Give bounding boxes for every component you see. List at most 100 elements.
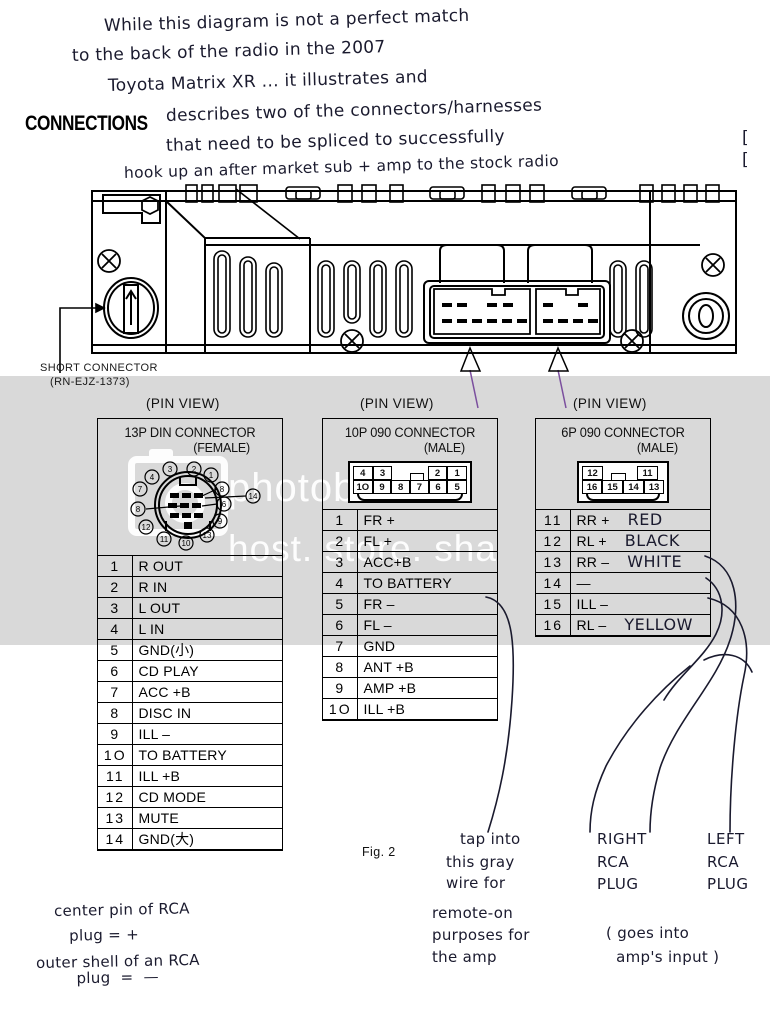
svg-text:12: 12: [142, 523, 151, 532]
short-connector-part: (RN-EJZ-1373): [50, 375, 130, 388]
pin-number: 12: [536, 530, 571, 552]
pin-label: R IN: [132, 576, 282, 598]
pin-table: 1 FR +2 FL +3 ACC+B 4 TO BATTERY 5 FR –6 FL –7 GN…: [323, 509, 497, 720]
face-top-row: 12 11: [582, 466, 664, 480]
svg-text:6: 6: [222, 500, 227, 509]
svg-text:14: 14: [249, 492, 258, 501]
note-tap-into-line-4: remote-on: [432, 904, 514, 922]
handwritten-line-2: to the back of the radio in the 2007: [71, 37, 386, 66]
pin-row: 8 DISC IN: [98, 702, 282, 724]
pin-number: 3: [323, 551, 358, 573]
connector-gender: (MALE): [636, 441, 678, 455]
pin-wire-color-note: BLACK: [624, 530, 680, 550]
svg-text:13: 13: [203, 531, 212, 540]
handwritten-line-4: describes two of the connectors/harnesse…: [165, 95, 543, 126]
radio-rear-illustration: [59, 184, 737, 373]
pin-label: MUTE: [132, 807, 282, 829]
pin-row: 9 ILL –: [98, 723, 282, 745]
short-connector-label: SHORT CONNECTOR (RN-EJZ-1373): [40, 362, 158, 390]
pin-view-label-2: (PIN VIEW): [360, 396, 434, 411]
pin-number: 1O: [323, 698, 358, 720]
svg-text:4: 4: [150, 473, 155, 482]
connector-gender: (FEMALE): [193, 441, 250, 455]
pin-label: CD PLAY: [132, 660, 282, 682]
pin-label: RR – WHITE: [570, 551, 710, 573]
handwritten-line-6: hook up an after market sub + amp to the…: [123, 151, 560, 182]
face-pin: 15: [602, 480, 623, 494]
connector-gender: (MALE): [423, 441, 465, 455]
short-connector-name: SHORT CONNECTOR: [40, 362, 158, 374]
pin-number: 5: [98, 639, 133, 661]
pin-number: 8: [323, 656, 358, 678]
pin-number: 12: [98, 786, 133, 808]
pin-row: 3 ACC+B: [323, 551, 497, 573]
pin-row: 2 FL +: [323, 530, 497, 552]
svg-text:10: 10: [182, 539, 191, 548]
pin-row: 7 ACC +B: [98, 681, 282, 703]
face-top-row: 4 3 2 1: [353, 466, 467, 480]
connector-table-6p-090: 6P 090 CONNECTOR (MALE) 12 11 16 15 14 1…: [535, 418, 711, 637]
connector-title: 13P DIN CONNECTOR: [124, 425, 256, 440]
pin-row: 6 CD PLAY: [98, 660, 282, 682]
pin-label: RR + RED: [570, 509, 710, 531]
pin-number: 9: [98, 723, 133, 745]
pin-label: ANT +B: [357, 656, 497, 678]
face-pin: 13: [643, 480, 664, 494]
page-title: CONNECTIONS: [25, 112, 148, 135]
pin-row: 1R OUT: [98, 555, 282, 577]
face-pin: 1O: [353, 480, 373, 494]
note-left-rca-line-2: RCA: [707, 853, 740, 871]
note-right-rca-line-3: PLUG: [597, 875, 639, 893]
figure-label: Fig. 2: [362, 845, 396, 859]
pin-row: 14 GND(大): [98, 828, 282, 850]
note-goes-into-line-2: amp's input ): [606, 948, 720, 966]
pin-label: FR +: [357, 509, 497, 531]
pin-row: 13 MUTE: [98, 807, 282, 829]
pin-label: —: [570, 572, 710, 594]
pin-label: RL + BLACK: [570, 530, 710, 552]
face-pin: 14: [623, 480, 644, 494]
pin-number: 11: [98, 765, 133, 787]
face-pin: 3: [372, 466, 393, 480]
pin-label: DISC IN: [132, 702, 282, 724]
note-tap-into-line-1: tap into: [460, 830, 521, 848]
pin-number: 8: [98, 702, 133, 724]
pin-number: 3: [98, 597, 133, 619]
pin-wire-color-note: WHITE: [627, 551, 683, 571]
pin-label: CD MODE: [132, 786, 282, 808]
pin-number: 13: [536, 551, 571, 573]
handwritten-bracket-2: [: [742, 150, 749, 170]
pin-row: 11 RR + RED: [536, 509, 710, 531]
pin-label: ILL +B: [132, 765, 282, 787]
pin-number: 4: [98, 618, 133, 640]
pin-row: 1O TO BATTERY: [98, 744, 282, 766]
pin-view-label-1: (PIN VIEW): [146, 396, 220, 411]
note-rca-polarity-line-2: plug = +: [53, 925, 140, 945]
pin-label: RL – YELLOW: [570, 614, 710, 636]
pin-view-label-3: (PIN VIEW): [573, 396, 647, 411]
face-skirt: [586, 494, 660, 501]
pin-label: GND: [357, 635, 497, 657]
face-gap: [626, 466, 637, 480]
connector-header: 6P 090 CONNECTOR (MALE): [536, 419, 710, 457]
pin-row: 6 FL –: [323, 614, 497, 636]
note-left-rca-line-3: PLUG: [707, 875, 749, 893]
svg-text:11: 11: [160, 535, 169, 544]
pin-label: GND(大): [132, 828, 282, 850]
pin-row: 12 CD MODE: [98, 786, 282, 808]
pin-table: 11 RR + RED 12 RL + BLACK 13 RR – WHITE 14—15 ILL …: [536, 509, 710, 636]
pin-label: TO BATTERY: [132, 744, 282, 766]
face-pin: 7: [410, 480, 429, 494]
pin-label: R OUT: [132, 555, 282, 577]
pin-number: 9: [323, 677, 358, 699]
note-goes-into-line-1: ( goes into: [606, 924, 690, 942]
pin-row: 3L OUT: [98, 597, 282, 619]
handwritten-line-5: that need to be spliced to successfully: [165, 126, 506, 156]
pin-label: L IN: [132, 618, 282, 640]
pin-label: TO BATTERY: [357, 572, 497, 594]
pin-number: 7: [323, 635, 358, 657]
pin-number: 2: [98, 576, 133, 598]
pin-wire-color-note: RED: [627, 509, 663, 529]
svg-text:3: 3: [168, 465, 173, 474]
diagram-page: photobucket host. store. sha While this …: [0, 0, 770, 1023]
